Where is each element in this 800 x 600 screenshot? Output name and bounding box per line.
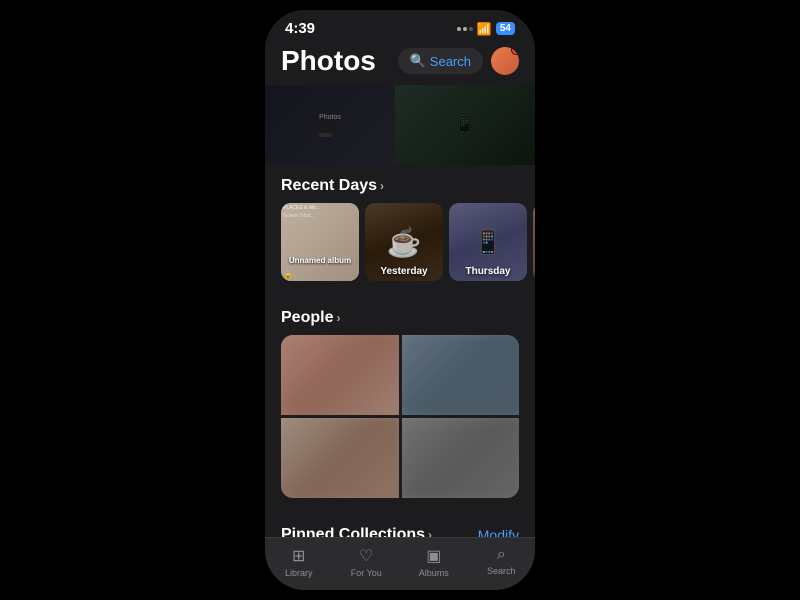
top-preview-strip: Photos 📱 <box>265 85 535 165</box>
modify-button[interactable]: Modify <box>478 527 519 537</box>
app-header: Photos 🔍 Search 1 <box>265 41 535 85</box>
tab-albums[interactable]: ▣ Albums <box>400 546 468 578</box>
preview-overlay <box>265 85 535 165</box>
search-icon: 🔍 <box>410 53 426 69</box>
pinned-chevron: › <box>428 528 432 537</box>
recent-days-chevron: › <box>380 179 384 193</box>
days-scroll[interactable]: PLACES & Mo... Screen Shot... 🔒 Unnamed … <box>265 203 535 297</box>
tab-for-you[interactable]: ♡ For You <box>333 546 401 578</box>
people-chevron: › <box>336 311 340 325</box>
main-content: Recent Days › PLACES & Mo... Screen Shot… <box>265 165 535 537</box>
day-card-2[interactable]: ☕ Yesterday <box>365 203 443 281</box>
tab-label-search: Search <box>487 566 516 576</box>
day-label-3: Thursday <box>449 266 527 277</box>
pinned-collections-header: Pinned Collections › Modify <box>265 514 535 537</box>
person-2[interactable] <box>402 335 520 415</box>
search-button[interactable]: 🔍 Search <box>398 48 483 74</box>
day-label-2: Yesterday <box>365 266 443 277</box>
tab-label-for-you: For You <box>351 568 382 578</box>
day-card-3[interactable]: 📱 Thursday <box>449 203 527 281</box>
day-card-1[interactable]: PLACES & Mo... Screen Shot... 🔒 Unnamed … <box>281 203 359 281</box>
avatar[interactable]: 1 <box>491 47 519 75</box>
tab-bar: ⊞ Library ♡ For You ▣ Albums ⌕ Search <box>265 537 535 590</box>
people-header: People › <box>265 297 535 335</box>
tab-search[interactable]: ⌕ Search <box>468 546 536 578</box>
recent-days-title[interactable]: Recent Days › <box>281 177 384 195</box>
search-tab-icon: ⌕ <box>497 546 506 564</box>
recent-days-header: Recent Days › <box>265 165 535 203</box>
library-icon: ⊞ <box>292 546 305 566</box>
tab-library[interactable]: ⊞ Library <box>265 546 333 578</box>
avatar-badge: 1 <box>511 47 519 55</box>
phone-frame: 4:39 📶 54 Photos 🔍 Search 1 P <box>265 10 535 590</box>
wifi-icon: 📶 <box>477 22 492 36</box>
day-card-4[interactable]: 🖼️ <box>533 203 535 281</box>
person-3[interactable] <box>281 418 399 498</box>
battery-badge: 54 <box>496 22 515 35</box>
pinned-collections-title[interactable]: Pinned Collections › <box>281 526 432 537</box>
people-grid[interactable] <box>281 335 519 498</box>
tab-label-library: Library <box>285 568 313 578</box>
header-right: 🔍 Search 1 <box>398 47 519 75</box>
tab-label-albums: Albums <box>419 568 449 578</box>
status-icons: 📶 54 <box>457 22 515 36</box>
search-label: Search <box>430 54 471 69</box>
person-4[interactable] <box>402 418 520 498</box>
status-time: 4:39 <box>285 20 315 37</box>
for-you-icon: ♡ <box>359 546 373 566</box>
albums-icon: ▣ <box>426 546 441 566</box>
signal-dots <box>457 27 473 31</box>
status-bar: 4:39 📶 54 <box>265 10 535 41</box>
people-title[interactable]: People › <box>281 309 340 327</box>
app-title: Photos <box>281 45 376 77</box>
person-1[interactable] <box>281 335 399 415</box>
